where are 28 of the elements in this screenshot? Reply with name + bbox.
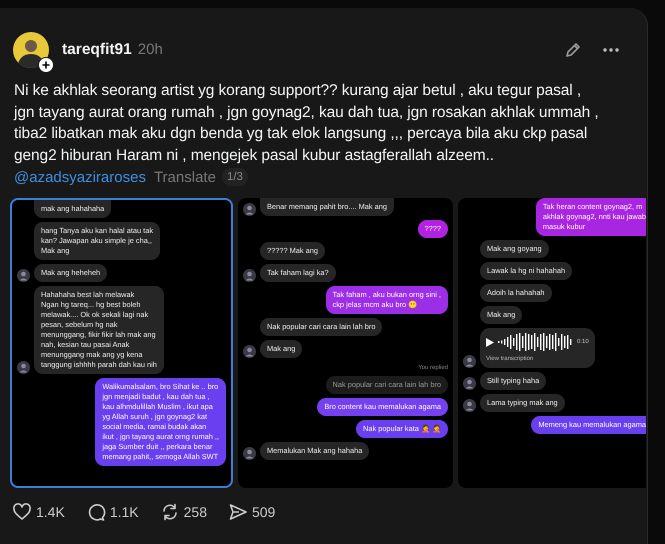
avatar (243, 345, 256, 358)
translate-link[interactable]: Translate (154, 168, 216, 186)
chat-screenshot[interactable] (458, 198, 646, 488)
post-text: Ni ke akhlak seorang artist yg korang support?? kurang ajar betul , aku tegur pasal , jgn tayang aurat orang rumah , jgn goynag2, kau dah tua, jgn rosakan akhlak ummah , tiba2 libatkan mak aku dgn benda yg tak elok langsung ,,, percaya bila aku ckp pasal geng2 hiburan Haram ni , mengejek pasal kubur astagferallah alzeem.. (14, 81, 600, 166)
avatar (463, 377, 476, 390)
waveform-icon (498, 332, 573, 352)
plus-icon[interactable] (38, 56, 54, 72)
avatar (243, 447, 256, 460)
avatar (17, 361, 30, 374)
action-count: 509 (252, 504, 276, 520)
post-time: 20h (138, 41, 163, 58)
chat-screenshot[interactable] (238, 198, 453, 488)
username[interactable]: tareqfit91 (62, 40, 132, 58)
play-icon (486, 338, 494, 346)
avatar (13, 32, 49, 68)
send-icon[interactable] (228, 502, 248, 522)
avatar (243, 203, 256, 216)
page-counter: 1/3 (222, 168, 248, 186)
action-count: 1.4K (36, 504, 65, 520)
avatar (463, 399, 476, 412)
mention-link[interactable]: @azadsyaziraroses (14, 168, 146, 186)
chat-screenshot[interactable] (10, 198, 233, 488)
avatar (17, 269, 30, 282)
avatar (463, 355, 476, 368)
avatar (243, 269, 256, 282)
action-count: 1.1K (110, 504, 139, 520)
heart-icon[interactable] (12, 502, 32, 522)
action-count: 258 (184, 504, 207, 520)
